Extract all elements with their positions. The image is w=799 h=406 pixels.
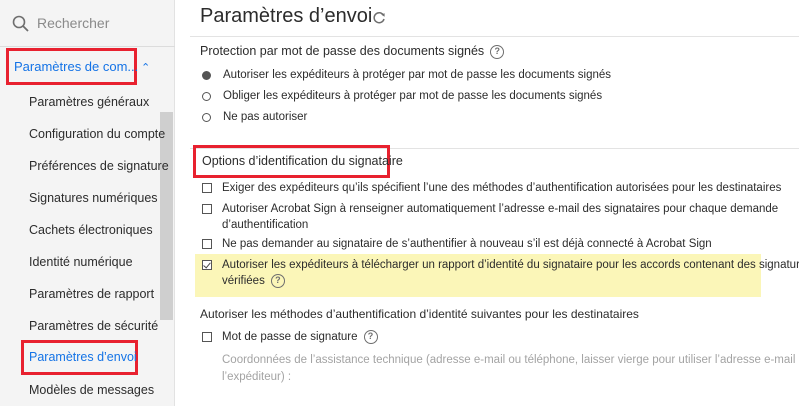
- checkbox-require-auth-method[interactable]: Exiger des expéditeurs qu’ils spécifient…: [202, 180, 781, 196]
- password-section-label: Protection par mot de passe des document…: [200, 44, 485, 58]
- sidebar-group-account-settings[interactable]: Paramètres de com...: [6, 48, 139, 85]
- radio-label: Obliger les expéditeurs à protéger par m…: [223, 90, 603, 102]
- checkbox-identity-report[interactable]: Autoriser les expéditeurs à télécharger …: [202, 257, 799, 289]
- sidebar-item-message-templates[interactable]: Modèles de messages: [29, 383, 154, 397]
- radio-require-password[interactable]: Obliger les expéditeurs à protéger par m…: [202, 90, 602, 102]
- radio-disallow-password[interactable]: Ne pas autoriser: [202, 111, 307, 123]
- sidebar-item-digital-identity[interactable]: Identité numérique: [29, 255, 133, 269]
- refresh-icon[interactable]: [371, 10, 387, 26]
- checkbox-label-line1: Autoriser Acrobat Sign à renseigner auto…: [222, 203, 779, 215]
- checkbox-label-line2: vérifiées: [222, 275, 265, 287]
- support-contact-label: Coordonnées de l’assistance technique (a…: [222, 352, 799, 386]
- search-icon: [12, 15, 29, 32]
- main-panel: Paramètres d’envoi Protection par mot de…: [176, 0, 799, 406]
- sidebar-item-send-settings[interactable]: Paramètres d’envoi: [29, 350, 137, 364]
- checkbox-label-line2: d’authentification: [222, 219, 309, 231]
- checkbox-label: Autoriser les expéditeurs à télécharger …: [222, 257, 799, 289]
- checkbox-label-line1: Autoriser les expéditeurs à télécharger …: [222, 259, 799, 271]
- checkbox-label: Mot de passe de signature?: [222, 329, 378, 345]
- title-divider: [190, 36, 799, 37]
- search-box[interactable]: Rechercher: [0, 0, 175, 46]
- sidebar-scrollbar-thumb[interactable]: [160, 112, 173, 320]
- sidebar-item-security-settings[interactable]: Paramètres de sécurité: [29, 319, 158, 333]
- checkbox-label: Ne pas demander au signataire de s’authe…: [222, 238, 712, 250]
- radio-label: Ne pas autoriser: [223, 111, 308, 123]
- support-contact-line2: l’expéditeur) :: [222, 371, 292, 383]
- auth-section-title: Autoriser les méthodes d’authentificatio…: [200, 307, 639, 321]
- page-title: Paramètres d’envoi: [200, 5, 373, 27]
- sidebar-item-report-settings[interactable]: Paramètres de rapport: [29, 287, 154, 301]
- radio-label: Autoriser les expéditeurs à protéger par…: [223, 69, 612, 81]
- checkbox[interactable]: [202, 204, 212, 214]
- checkbox-signature-password[interactable]: Mot de passe de signature?: [202, 329, 502, 345]
- sidebar: Rechercher Paramètres de com... ⌄ Paramè…: [0, 0, 175, 406]
- checkbox-label: Exiger des expéditeurs qu’ils spécifient…: [222, 182, 782, 194]
- support-contact-line1: Coordonnées de l’assistance technique (a…: [222, 354, 799, 366]
- checkbox-no-reauth[interactable]: Ne pas demander au signataire de s’authe…: [202, 236, 762, 252]
- checkbox[interactable]: [202, 239, 212, 249]
- search-divider: [0, 46, 175, 47]
- help-icon[interactable]: ?: [270, 273, 285, 288]
- checkbox-label: Autoriser Acrobat Sign à renseigner auto…: [222, 201, 778, 233]
- chevron-up-icon[interactable]: ⌄: [141, 60, 150, 73]
- signature-password-label: Mot de passe de signature: [222, 331, 358, 343]
- help-icon[interactable]: ?: [363, 329, 378, 344]
- search-placeholder: Rechercher: [37, 15, 110, 31]
- checkbox[interactable]: [202, 183, 212, 193]
- checkbox-autofill-email[interactable]: Autoriser Acrobat Sign à renseigner auto…: [202, 201, 778, 233]
- sidebar-item-digital-signatures[interactable]: Signatures numériques: [29, 191, 158, 205]
- sidebar-item-electronic-seals[interactable]: Cachets électroniques: [29, 223, 153, 237]
- help-icon[interactable]: ?: [490, 44, 505, 59]
- sidebar-item-general-settings[interactable]: Paramètres généraux: [29, 95, 149, 109]
- radio-button[interactable]: [202, 91, 211, 101]
- password-section-title: Protection par mot de passe des document…: [200, 44, 505, 59]
- sidebar-item-account-setup[interactable]: Configuration du compte: [29, 127, 165, 141]
- id-section-title: Options d’identification du signataire: [202, 154, 403, 168]
- sidebar-item-signature-preferences[interactable]: Préférences de signature: [29, 159, 169, 173]
- radio-allow-password[interactable]: Autoriser les expéditeurs à protéger par…: [202, 69, 611, 81]
- checkbox-checked[interactable]: [202, 260, 212, 270]
- sidebar-group-label: Paramètres de com...: [14, 59, 139, 74]
- radio-button[interactable]: [202, 112, 211, 122]
- checkbox[interactable]: [202, 332, 212, 342]
- radio-button-selected[interactable]: [202, 70, 211, 80]
